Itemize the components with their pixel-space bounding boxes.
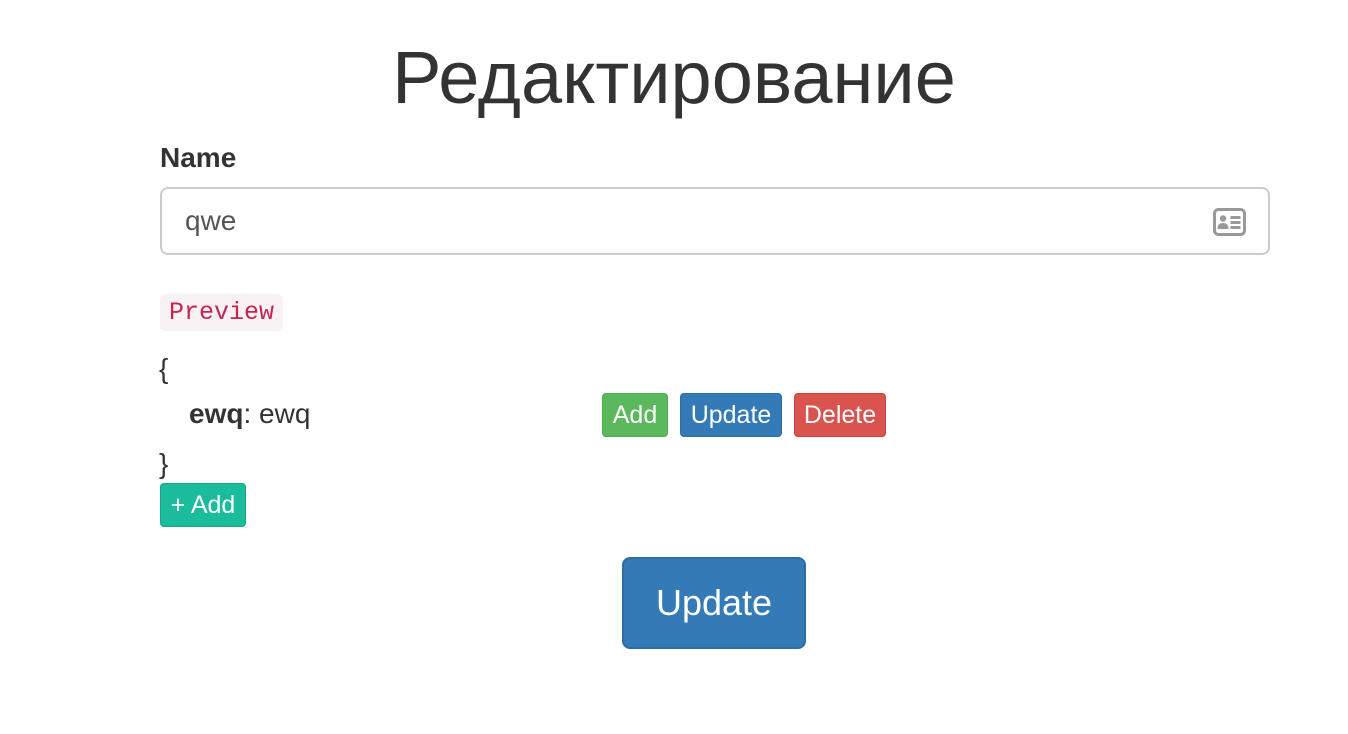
json-entry-key: ewq	[189, 398, 244, 429]
submit-update-button[interactable]: Update	[622, 557, 806, 649]
entry-add-button[interactable]: Add	[602, 393, 668, 437]
edit-page: Редактирование Name Preview { ewq: ewq A…	[0, 0, 1348, 734]
name-input[interactable]	[162, 189, 1268, 253]
json-entry: ewq: ewq	[189, 397, 310, 431]
entry-delete-button[interactable]: Delete	[794, 393, 886, 437]
name-field	[160, 187, 1270, 255]
entry-update-button[interactable]: Update	[680, 393, 782, 437]
json-close-brace: }	[159, 448, 169, 479]
json-entry-value: ewq	[259, 398, 311, 429]
contact-card-icon	[1213, 208, 1246, 236]
json-open-brace: {	[159, 353, 169, 384]
preview-label: Preview	[160, 294, 284, 331]
page-title: Редактирование	[392, 36, 956, 119]
add-field-button[interactable]: + Add	[160, 483, 246, 527]
name-label: Name	[160, 142, 237, 173]
json-entry-separator: :	[243, 398, 252, 429]
